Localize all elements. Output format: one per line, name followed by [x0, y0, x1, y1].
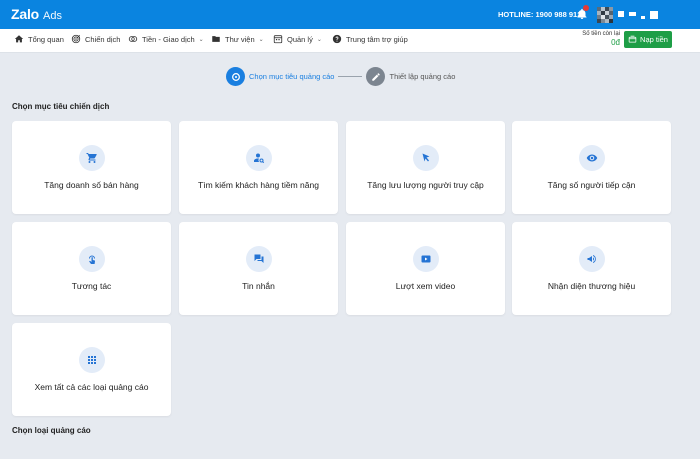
target-icon [226, 67, 245, 86]
chevron-down-icon: ⌄ [258, 36, 264, 43]
nav-label: Chiến dịch [85, 34, 121, 44]
chevron-down-icon: ⌄ [316, 36, 322, 43]
step-label: Thiết lập quảng cáo [389, 72, 456, 81]
objective-card-sales[interactable]: Tăng doanh số bán hàng [12, 121, 171, 214]
objective-card-traffic[interactable]: Tăng lưu lượng người truy cập [346, 121, 505, 214]
card-label: Nhận diện thương hiệu [547, 281, 636, 291]
logo-brand: Zalo [11, 6, 39, 22]
megaphone-icon [587, 255, 596, 263]
step-connector [338, 76, 363, 77]
nav-item-overview[interactable]: Tổng quan [14, 34, 64, 44]
target-icon [71, 34, 81, 44]
chevron-down-icon: ⌄ [198, 36, 204, 43]
step-setup-ad[interactable]: Thiết lập quảng cáo [366, 67, 455, 86]
user-search-icon [254, 153, 265, 164]
objective-card-engagement[interactable]: Tương tác [12, 222, 171, 315]
nav-item-money[interactable]: Tiền - Giao dịch ⌄ [128, 34, 204, 44]
card-label: Tăng số người tiếp cận [547, 180, 636, 190]
step-label: Chọn mục tiêu quảng cáo [249, 72, 335, 81]
video-icon [421, 255, 431, 263]
nav-label: Trung tâm trợ giúp [346, 34, 408, 44]
nav-item-library[interactable]: Thư viện ⌄ [211, 34, 264, 44]
cart-icon [86, 153, 97, 163]
grid-icon [88, 356, 96, 364]
card-label: Tìm kiếm khách hàng tiềm năng [198, 180, 319, 190]
top-up-button[interactable]: Nạp tiền [624, 31, 672, 48]
objective-card-brand-awareness[interactable]: Nhận diện thương hiệu [512, 222, 671, 315]
ad-types-title: Chọn loại quảng cáo [12, 426, 91, 435]
balance-box: Số tiền còn lại 0đ [576, 31, 620, 47]
folder-icon [212, 36, 220, 42]
card-label: Tin nhắn [242, 281, 275, 291]
zalo-ads-logo[interactable]: Zalo Ads [11, 6, 62, 22]
hotline-text: HOTLINE: 1900 988 912 [498, 10, 582, 19]
nav-label: Tiền - Giao dịch [142, 34, 195, 44]
logo-sub: Ads [42, 10, 62, 22]
nav-item-help-center[interactable]: Trung tâm trợ giúp [332, 34, 408, 44]
top-bar: Zalo Ads HOTLINE: 1900 988 912 [0, 0, 700, 29]
nav-label: Tổng quan [28, 34, 64, 44]
eye-icon [586, 154, 598, 162]
calendar-icon [273, 35, 283, 44]
card-label: Tăng doanh số bán hàng [44, 180, 139, 190]
avatar[interactable] [597, 7, 613, 23]
balance-label: Số tiền còn lại [582, 31, 620, 37]
help-icon [332, 34, 342, 44]
notification-badge [583, 5, 589, 11]
user-name-masked[interactable] [618, 11, 658, 19]
touch-icon [89, 255, 96, 264]
objective-card-video-views[interactable]: Lượt xem video [346, 222, 505, 315]
nav-label: Thư viện [225, 34, 255, 44]
money-icon [128, 36, 138, 42]
home-icon [14, 35, 24, 43]
pencil-icon [366, 67, 386, 86]
campaign-stepper: Chọn mục tiêu quảng cáo Thiết lập quảng … [226, 67, 455, 86]
card-label: Tăng lưu lượng người truy cập [367, 180, 484, 190]
card-label: Lượt xem video [395, 281, 456, 291]
objective-card-view-all[interactable]: Xem tất cả các loại quảng cáo [12, 323, 171, 416]
objective-card-messages[interactable]: Tin nhắn [179, 222, 338, 315]
step-choose-objective[interactable]: Chọn mục tiêu quảng cáo [226, 67, 334, 86]
chat-icon [254, 254, 264, 263]
card-label: Tương tác [71, 281, 112, 291]
nav-label: Quản lý [287, 34, 313, 44]
top-up-label: Nạp tiền [640, 35, 668, 44]
main-nav: Tổng quan Chiến dịch Tiền - Giao dịch ⌄ … [0, 29, 700, 53]
objective-card-reach[interactable]: Tăng số người tiếp cận [512, 121, 671, 214]
wallet-icon [628, 35, 637, 43]
card-label: Xem tất cả các loại quảng cáo [34, 382, 149, 392]
objectives-title: Chọn mục tiêu chiến dịch [12, 102, 110, 111]
objective-card-leads[interactable]: Tìm kiếm khách hàng tiềm năng [179, 121, 338, 214]
nav-item-campaigns[interactable]: Chiến dịch [71, 34, 120, 44]
nav-item-management[interactable]: Quản lý ⌄ [273, 34, 322, 44]
balance-value: 0đ [611, 38, 620, 47]
cursor-icon [422, 153, 430, 162]
